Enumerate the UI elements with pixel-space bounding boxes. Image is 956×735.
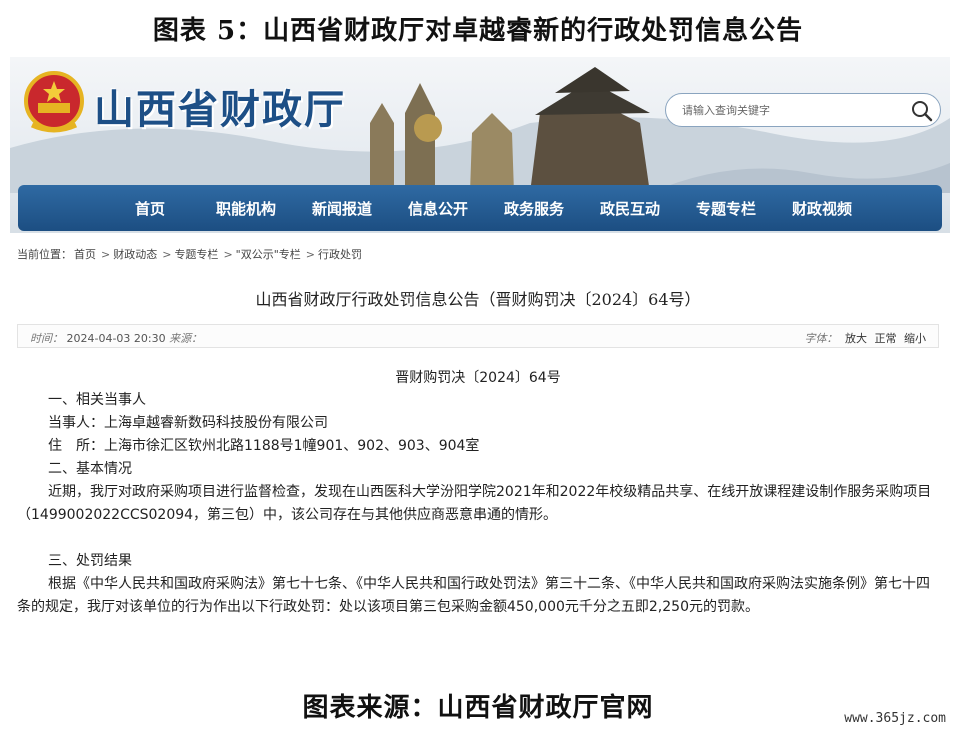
site-header: 山西省财政厅 首页 职能机构 新闻报道 信息公开 政务服务 政民互动 专题专栏 … — [10, 57, 950, 233]
breadcrumb-separator: > — [101, 248, 111, 261]
time-label: 时间： — [30, 332, 63, 345]
breadcrumb: 当前位置： 首页 > 财政动态 > 专题专栏 > "双公示"专栏 > 行政处罚 — [17, 246, 364, 262]
source-label: 来源： — [169, 332, 203, 345]
figure-source: 图表来源：山西省财政厅官网 — [302, 693, 654, 723]
breadcrumb-label: 当前位置： — [17, 248, 72, 261]
article-meta-bar: 时间： 2024-04-03 20:30 来源： 字体： 放大 正常 缩小 — [17, 324, 939, 348]
breadcrumb-item-topics[interactable]: 专题专栏 — [174, 248, 218, 261]
font-size-label: 字体： — [804, 332, 838, 345]
breadcrumb-item-home[interactable]: 首页 — [74, 248, 96, 261]
search-input[interactable] — [666, 94, 886, 126]
section-heading-basic: 二、基本情况 — [48, 461, 132, 477]
font-size-large-button[interactable]: 放大 — [845, 332, 867, 345]
publish-time: 2024-04-03 20:30 — [66, 332, 166, 345]
penalty-result-text: 根据《中华人民共和国政府采购法》第七十七条、《中华人民共和国行政处罚法》第三十二… — [17, 576, 930, 615]
section-heading-result: 三、处罚结果 — [48, 553, 132, 569]
article-body: 一、相关当事人 当事人：上海卓越睿新数码科技股份有限公司 住 所：上海市徐汇区钦… — [17, 389, 941, 619]
breadcrumb-item-finance-news[interactable]: 财政动态 — [113, 248, 157, 261]
font-size-small-button[interactable]: 缩小 — [904, 332, 926, 345]
nav-item-news[interactable]: 新闻报道 — [294, 198, 390, 219]
site-name[interactable]: 山西省财政厅 — [94, 77, 346, 135]
basic-situation-text: 近期，我厅对政府采购项目进行监督检查，发现在山西医科大学汾阳学院2021年和20… — [17, 484, 932, 523]
section-heading-parties: 一、相关当事人 — [48, 392, 146, 408]
nav-item-disclosure[interactable]: 信息公开 — [390, 198, 486, 219]
breadcrumb-separator: > — [305, 248, 315, 261]
nav-item-interaction[interactable]: 政民互动 — [582, 198, 678, 219]
party-name: 当事人：上海卓越睿新数码科技股份有限公司 — [48, 415, 328, 431]
nav-item-services[interactable]: 政务服务 — [486, 198, 582, 219]
article-title: 山西省财政厅行政处罚信息公告（晋财购罚决〔2024〕64号） — [255, 290, 701, 309]
national-emblem-icon — [24, 71, 84, 133]
search-icon[interactable] — [910, 99, 934, 123]
party-address: 住 所：上海市徐汇区钦州北路1188号1幢901、902、903、904室 — [48, 438, 480, 454]
nav-item-topics[interactable]: 专题专栏 — [678, 198, 774, 219]
breadcrumb-separator: > — [162, 248, 172, 261]
font-size-normal-button[interactable]: 正常 — [875, 332, 897, 345]
nav-item-home[interactable]: 首页 — [102, 198, 198, 219]
nav-item-departments[interactable]: 职能机构 — [198, 198, 294, 219]
breadcrumb-separator: > — [223, 248, 233, 261]
search-box — [665, 93, 941, 127]
breadcrumb-item-double-publicity[interactable]: "双公示"专栏 — [236, 248, 301, 261]
watermark: www.365jz.com — [842, 710, 948, 727]
breadcrumb-item-penalty[interactable]: 行政处罚 — [318, 248, 362, 261]
main-nav: 首页 职能机构 新闻报道 信息公开 政务服务 政民互动 专题专栏 财政视频 — [18, 185, 942, 231]
document-number: 晋财购罚决〔2024〕64号 — [395, 370, 561, 386]
figure-title: 图表 5：山西省财政厅对卓越睿新的行政处罚信息公告 — [152, 16, 804, 46]
nav-item-video[interactable]: 财政视频 — [774, 198, 870, 219]
